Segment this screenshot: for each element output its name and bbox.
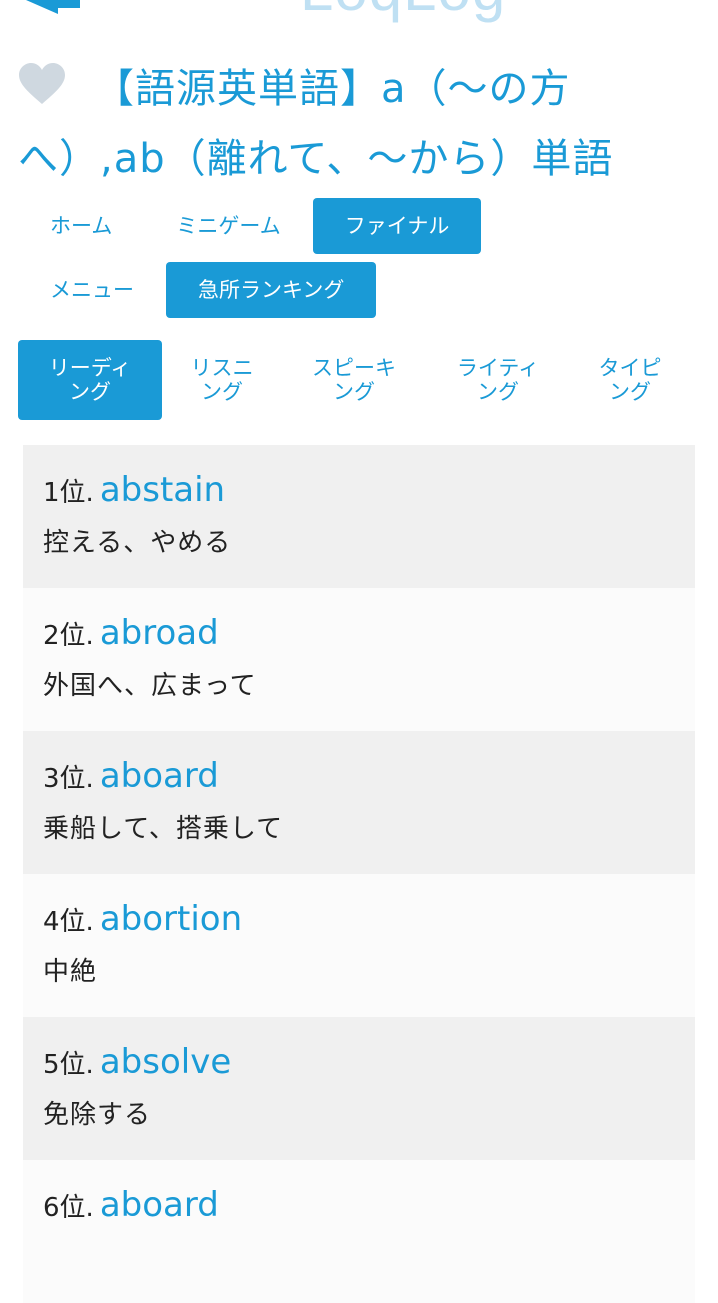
nav-row-1: ホーム ミニゲーム ファイナル	[18, 198, 708, 254]
nav-weakness-ranking-button[interactable]: 急所ランキング	[166, 262, 377, 318]
rank-number: 6位.	[43, 1193, 94, 1223]
rank-number: 4位.	[43, 907, 94, 937]
list-item: 5位. absolve 免除する	[23, 1017, 695, 1160]
rank-number: 2位.	[43, 621, 94, 651]
word-meaning: 乗船して、搭乗して	[43, 814, 284, 844]
top-header: LoqLog	[0, 0, 718, 24]
word-link[interactable]: aboard	[100, 756, 219, 796]
word-meaning: 中絶	[43, 957, 98, 987]
rank-number: 3位.	[43, 764, 94, 794]
nav-home-button[interactable]: ホーム	[18, 198, 144, 254]
nav-menu: ホーム ミニゲーム ファイナル メニュー 急所ランキング	[18, 198, 708, 326]
word-meaning: 外国へ、広まって	[43, 671, 257, 701]
nav-menu-button[interactable]: メニュー	[18, 262, 166, 318]
tab-typing[interactable]: タイピング	[570, 340, 690, 420]
nav-final-button[interactable]: ファイナル	[312, 198, 482, 254]
list-item: 1位. abstain 控える、やめる	[23, 445, 695, 588]
nav-minigame-button[interactable]: ミニゲーム	[144, 198, 312, 254]
rank-number: 1位.	[43, 478, 94, 508]
word-link[interactable]: abstain	[100, 470, 225, 510]
skill-tabs: リーディング リスニング スピーキング ライティング タイピング	[18, 340, 698, 420]
tab-reading[interactable]: リーディング	[18, 340, 162, 420]
tab-writing[interactable]: ライティング	[426, 340, 570, 420]
rank-number: 5位.	[43, 1050, 94, 1080]
tab-speaking[interactable]: スピーキング	[282, 340, 426, 420]
page-title: 【語源英単語】a（〜の方へ）,ab（離れて、〜から）単語	[18, 66, 614, 182]
list-item: 6位. aboard	[23, 1160, 695, 1303]
tab-listening[interactable]: リスニング	[162, 340, 282, 420]
word-link[interactable]: abroad	[100, 613, 219, 653]
word-meaning: 控える、やめる	[43, 528, 232, 558]
list-item: 3位. aboard 乗船して、搭乗して	[23, 731, 695, 874]
word-link[interactable]: abortion	[100, 899, 242, 939]
title-area: 【語源英単語】a（〜の方へ）,ab（離れて、〜から）単語	[18, 54, 708, 194]
word-link[interactable]: aboard	[100, 1185, 219, 1225]
list-item: 4位. abortion 中絶	[23, 874, 695, 1017]
word-link[interactable]: absolve	[100, 1042, 231, 1082]
word-meaning: 免除する	[43, 1100, 152, 1130]
back-arrow-icon[interactable]	[18, 0, 88, 14]
list-item: 2位. abroad 外国へ、広まって	[23, 588, 695, 731]
heart-icon[interactable]	[18, 62, 66, 106]
ranking-list: 1位. abstain 控える、やめる 2位. abroad 外国へ、広まって 3位…	[23, 445, 695, 1303]
nav-row-2: メニュー 急所ランキング	[18, 262, 708, 318]
app-logo: LoqLog	[300, 0, 506, 20]
